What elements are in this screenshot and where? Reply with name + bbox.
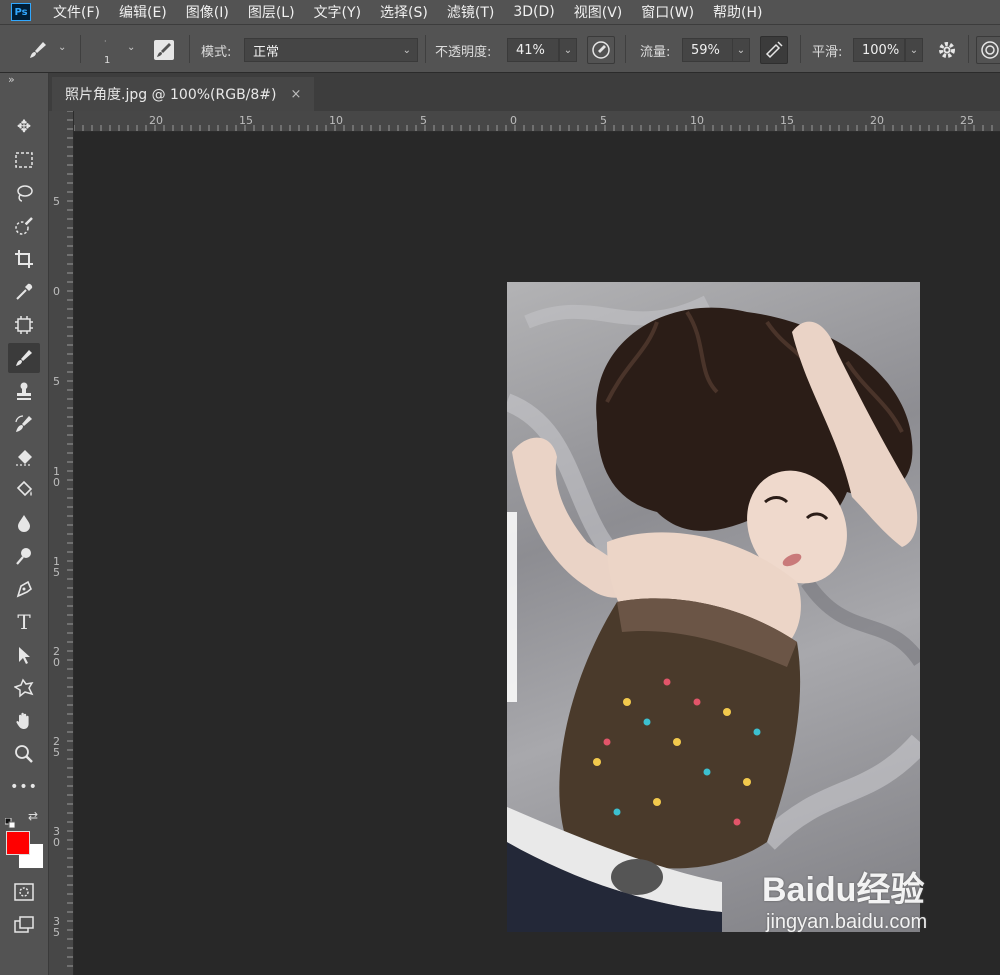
more-icon[interactable]: ••• <box>8 772 40 802</box>
canvas-workspace[interactable]: Baidu经验 jingyan.baidu.com <box>74 132 1000 975</box>
frame-icon[interactable] <box>8 310 40 340</box>
ruler-label: 15 <box>239 114 253 127</box>
document-image[interactable] <box>507 282 920 932</box>
mode-value: 正常 <box>253 44 280 60</box>
default-colors-icon[interactable] <box>4 813 16 829</box>
hand-icon[interactable] <box>8 706 40 736</box>
mode-select[interactable]: 正常 ⌄ <box>244 38 418 62</box>
ruler-label: 25 <box>960 114 974 127</box>
blur-icon[interactable] <box>8 508 40 538</box>
menu-help[interactable]: 帮助(H) <box>713 2 762 22</box>
mode-label: 模式: <box>201 45 232 60</box>
vertical-ruler[interactable]: 5 0 5 1 0 1 5 2 0 2 5 3 0 3 5 <box>49 111 74 975</box>
pressure-size-icon[interactable] <box>976 36 1000 64</box>
move-icon[interactable]: ✥ <box>8 112 40 142</box>
type-icon[interactable]: T <box>8 607 40 637</box>
ruler-label: 3 0 <box>53 825 60 849</box>
ruler-label: 5 <box>53 375 60 388</box>
eraser-icon[interactable] <box>8 442 40 472</box>
ruler-label: 1 5 <box>53 555 60 579</box>
swap-colors-icon[interactable]: ⇄ <box>28 809 38 823</box>
chevron-down-icon[interactable]: ⌄ <box>58 42 66 53</box>
tools-panel: » ✥ T ••• ⇄ <box>0 73 49 975</box>
opacity-dropdown[interactable]: ⌄ <box>559 38 577 62</box>
menu-filter[interactable]: 滤镜(T) <box>447 2 494 22</box>
ruler-label: 2 0 <box>53 645 60 669</box>
menu-layer[interactable]: 图层(L) <box>248 2 295 22</box>
menu-3d[interactable]: 3D(D) <box>513 4 554 20</box>
photoshop-logo: Ps <box>11 3 31 21</box>
opacity-label: 不透明度: <box>435 45 492 60</box>
ruler-label: 1 0 <box>53 465 60 489</box>
brush-preset-icon[interactable] <box>24 36 52 64</box>
ruler-label: 20 <box>149 114 163 127</box>
stamp-icon[interactable] <box>8 376 40 406</box>
ruler-label: 20 <box>870 114 884 127</box>
flow-input[interactable]: 59% <box>682 38 733 62</box>
menu-file[interactable]: 文件(F) <box>53 2 100 22</box>
history-brush-icon[interactable] <box>8 409 40 439</box>
smoothing-input[interactable]: 100% <box>853 38 905 62</box>
menu-edit[interactable]: 编辑(E) <box>119 2 167 22</box>
brush-dot-icon: · <box>104 37 107 46</box>
quick-mask-icon[interactable] <box>8 877 40 907</box>
menu-bar: Ps 文件(F) 编辑(E) 图像(I) 图层(L) 文字(Y) 选择(S) 滤… <box>0 0 1000 24</box>
menu-image[interactable]: 图像(I) <box>186 2 229 22</box>
dodge-icon[interactable] <box>8 541 40 571</box>
baidu-watermark: Baidu经验 jingyan.baidu.com <box>762 862 927 934</box>
photo-illustration <box>507 295 920 932</box>
ruler-label: 5 <box>600 114 607 127</box>
pen-icon[interactable] <box>8 574 40 604</box>
gear-icon[interactable] <box>933 36 961 64</box>
watermark-brand: Baidu经验 <box>762 871 925 909</box>
document-tab-bar: 照片角度.jpg @ 100%(RGB/8#) × <box>49 73 1000 111</box>
brush-panel-toggle[interactable] <box>151 37 177 63</box>
crop-icon[interactable] <box>8 244 40 274</box>
path-select-icon[interactable] <box>8 640 40 670</box>
ruler-label: 3 5 <box>53 915 60 939</box>
document-tab[interactable]: 照片角度.jpg @ 100%(RGB/8#) × <box>52 77 314 111</box>
pressure-opacity-icon[interactable] <box>587 36 615 64</box>
screen-mode-icon[interactable] <box>8 910 40 940</box>
smoothing-label: 平滑: <box>812 45 843 60</box>
eyedropper-icon[interactable] <box>8 277 40 307</box>
horizontal-ruler[interactable]: 20 15 10 5 0 5 10 15 20 25 <box>74 111 1000 132</box>
chevron-down-icon[interactable]: ⌄ <box>127 42 135 53</box>
flow-label: 流量: <box>640 45 671 60</box>
ruler-label: 10 <box>690 114 704 127</box>
document-tab-title: 照片角度.jpg @ 100%(RGB/8#) <box>65 87 277 103</box>
menu-type[interactable]: 文字(Y) <box>314 2 361 22</box>
brush-icon[interactable] <box>8 343 40 373</box>
ruler-label: 5 <box>420 114 427 127</box>
collapse-toolbar-icon[interactable]: » <box>8 73 15 86</box>
zoom-icon[interactable] <box>8 739 40 769</box>
chevron-down-icon: ⌄ <box>402 44 411 56</box>
bucket-icon[interactable] <box>8 475 40 505</box>
close-icon[interactable]: × <box>291 87 302 102</box>
menu-window[interactable]: 窗口(W) <box>641 2 694 22</box>
brush-size-value[interactable]: 1 <box>104 55 110 66</box>
foreground-color-swatch[interactable] <box>6 831 30 855</box>
options-bar: ⌄ · 1 ⌄ 模式: 正常 ⌄ 不透明度: 41% ⌄ 流量: 59% ⌄ 平… <box>0 24 1000 73</box>
quick-select-icon[interactable] <box>8 211 40 241</box>
opacity-input[interactable]: 41% <box>507 38 559 62</box>
ruler-label: 0 <box>53 285 60 298</box>
marquee-icon[interactable] <box>8 145 40 175</box>
menu-select[interactable]: 选择(S) <box>380 2 428 22</box>
ruler-label: 5 <box>53 195 60 208</box>
watermark-url: jingyan.baidu.com <box>766 911 928 933</box>
horizontal-ruler-ticks <box>74 125 993 131</box>
smoothing-dropdown[interactable]: ⌄ <box>905 38 923 62</box>
lasso-icon[interactable] <box>8 178 40 208</box>
airbrush-icon[interactable] <box>760 36 788 64</box>
ruler-label: 10 <box>329 114 343 127</box>
shape-icon[interactable] <box>8 673 40 703</box>
menu-view[interactable]: 视图(V) <box>574 2 623 22</box>
ruler-label: 15 <box>780 114 794 127</box>
ruler-label: 0 <box>510 114 517 127</box>
flow-dropdown[interactable]: ⌄ <box>732 38 750 62</box>
ruler-label: 2 5 <box>53 735 60 759</box>
